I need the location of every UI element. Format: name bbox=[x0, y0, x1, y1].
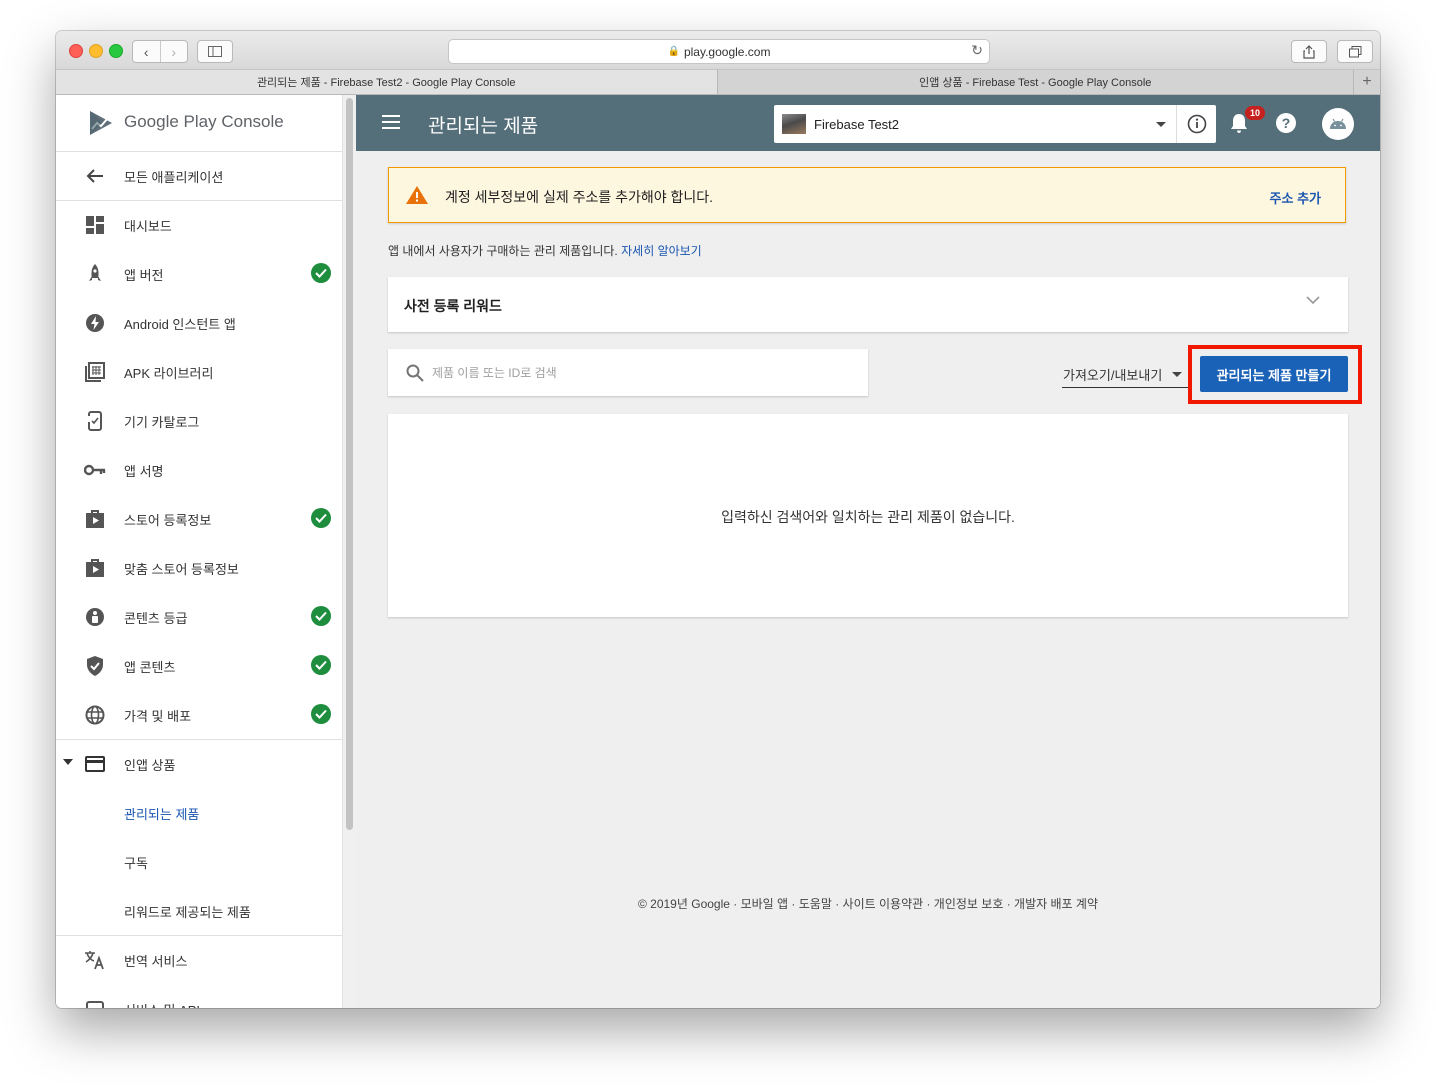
reload-icon[interactable]: ↻ bbox=[971, 42, 983, 59]
api-icon bbox=[84, 998, 106, 1008]
browser-titlebar: ‹ › 🔒 play.google.com ↻ bbox=[56, 31, 1380, 70]
chevron-down-icon bbox=[1306, 296, 1320, 305]
brand-title: Google Play Console bbox=[124, 112, 284, 131]
play-console-logo-icon bbox=[90, 111, 112, 135]
products-list-empty: 입력하신 검색어와 일치하는 관리 제품이 없습니다. bbox=[388, 414, 1348, 617]
search-box bbox=[388, 349, 868, 396]
check-icon bbox=[311, 606, 331, 626]
close-window-button[interactable] bbox=[69, 44, 83, 58]
account-avatar[interactable] bbox=[1322, 108, 1354, 140]
info-button[interactable] bbox=[1176, 105, 1217, 143]
shield-icon bbox=[84, 655, 106, 677]
scrollbar-thumb[interactable] bbox=[346, 98, 353, 830]
empty-state-message: 입력하신 검색어와 일치하는 관리 제품이 없습니다. bbox=[721, 509, 1015, 525]
tabs-icon bbox=[1348, 45, 1361, 57]
rating-icon bbox=[84, 606, 106, 628]
sidebar-item-store-listing[interactable]: 스토어 등록정보 bbox=[56, 494, 342, 543]
share-button[interactable] bbox=[1291, 40, 1327, 63]
translate-icon bbox=[84, 949, 106, 971]
app-name: Firebase Test2 bbox=[814, 117, 900, 132]
store-icon bbox=[84, 508, 106, 530]
rewards-title: 사전 등록 리워드 bbox=[404, 298, 502, 314]
dropdown-arrow-icon bbox=[1156, 122, 1166, 127]
sidebar-item-custom-store-listing[interactable]: 맞춤 스토어 등록정보 bbox=[56, 543, 342, 592]
globe-icon bbox=[84, 704, 106, 726]
bolt-icon bbox=[84, 312, 106, 334]
url-text: play.google.com bbox=[683, 44, 771, 59]
top-app-bar: 관리되는 제품 Firebase Test2 10 ? bbox=[356, 95, 1380, 151]
sidebar-item-apk-library[interactable]: APK 라이브러리 bbox=[56, 347, 342, 396]
card-icon bbox=[84, 753, 106, 775]
dropdown-arrow-icon bbox=[1172, 372, 1182, 377]
check-icon bbox=[311, 704, 331, 724]
sidebar-item-inapp-products[interactable]: 인앱 상품 bbox=[56, 739, 342, 788]
address-warning-banner: 계정 세부정보에 실제 주소를 추가해야 합니다. 주소 추가 bbox=[388, 167, 1346, 223]
add-address-link[interactable]: 주소 추가 bbox=[1270, 188, 1321, 207]
browser-tab-1[interactable]: 관리되는 제품 - Firebase Test2 - Google Play C… bbox=[56, 70, 718, 94]
search-icon bbox=[406, 364, 424, 382]
back-all-apps[interactable]: 모든 애플리케이션 bbox=[56, 151, 342, 200]
warning-icon bbox=[406, 186, 428, 204]
browser-tab-2[interactable]: 인앱 상품 - Firebase Test - Google Play Cons… bbox=[718, 70, 1355, 94]
sidebar-item-pricing-distribution[interactable]: 가격 및 배포 bbox=[56, 690, 342, 739]
sidebar-subitem-rewarded-products[interactable]: 리워드로 제공되는 제품 bbox=[56, 886, 342, 935]
import-export-dropdown[interactable]: 가져오기/내보내기 bbox=[1062, 363, 1188, 388]
app-selector[interactable]: Firebase Test2 bbox=[774, 105, 1216, 143]
sidebar-subitem-managed-products[interactable]: 관리되는 제품 bbox=[56, 788, 342, 837]
address-bar[interactable]: 🔒 play.google.com ↻ bbox=[448, 39, 990, 64]
sidebar-item-app-content[interactable]: 앱 콘텐츠 bbox=[56, 641, 342, 690]
page-description: 앱 내에서 사용자가 구매하는 관리 제품입니다. 자세히 알아보기 bbox=[388, 244, 702, 258]
preregistration-rewards-panel[interactable]: 사전 등록 리워드 bbox=[388, 277, 1348, 332]
share-icon bbox=[1303, 44, 1315, 59]
store-icon bbox=[84, 557, 106, 579]
dashboard-icon bbox=[84, 214, 106, 236]
notification-count-badge: 10 bbox=[1245, 106, 1265, 120]
browser-tabs: 관리되는 제품 - Firebase Test2 - Google Play C… bbox=[56, 70, 1380, 95]
library-icon bbox=[84, 361, 106, 383]
app-thumbnail bbox=[782, 114, 806, 134]
console-sidebar: Google Play Console 모든 애플리케이션 대시보드 앱 버전 bbox=[56, 95, 342, 1008]
warning-text: 계정 세부정보에 실제 주소를 추가해야 합니다. bbox=[445, 189, 714, 205]
sidebar-item-app-signing[interactable]: 앱 서명 bbox=[56, 445, 342, 494]
check-icon bbox=[311, 263, 331, 283]
menu-icon[interactable] bbox=[382, 115, 400, 129]
check-icon bbox=[311, 655, 331, 675]
learn-more-link[interactable]: 자세히 알아보기 bbox=[621, 244, 702, 258]
sidebar-item-content-rating[interactable]: 콘텐츠 등급 bbox=[56, 592, 342, 641]
sidebar-item-dashboard[interactable]: 대시보드 bbox=[56, 200, 342, 249]
rocket-icon bbox=[84, 263, 106, 285]
key-icon bbox=[84, 459, 106, 481]
sidebar-item-device-catalog[interactable]: 기기 카탈로그 bbox=[56, 396, 342, 445]
page-title: 관리되는 제품 bbox=[428, 116, 539, 137]
back-arrow-icon[interactable]: ‹ bbox=[133, 41, 160, 62]
history-nav: ‹ › bbox=[132, 40, 188, 63]
tabs-overview-button[interactable] bbox=[1337, 40, 1373, 63]
brand-header[interactable]: Google Play Console bbox=[56, 95, 342, 152]
sidebar-item-translation[interactable]: 번역 서비스 bbox=[56, 935, 342, 984]
browser-window: ‹ › 🔒 play.google.com ↻ 관리되는 제품 - Fireba… bbox=[56, 31, 1380, 1008]
minimize-window-button[interactable] bbox=[89, 44, 103, 58]
help-icon[interactable]: ? bbox=[1276, 113, 1296, 133]
android-icon bbox=[1330, 118, 1346, 129]
create-managed-product-button[interactable]: 관리되는 제품 만들기 bbox=[1200, 356, 1348, 392]
new-tab-icon[interactable]: + bbox=[1354, 70, 1380, 94]
main-content: 관리되는 제품 Firebase Test2 10 ? 계정 세부정보에 실제 … bbox=[356, 95, 1380, 1008]
sidebar-toggle-button[interactable] bbox=[197, 40, 233, 63]
zoom-window-button[interactable] bbox=[109, 44, 123, 58]
forward-arrow-icon[interactable]: › bbox=[159, 41, 188, 62]
arrow-left-icon bbox=[84, 165, 106, 187]
sidebar-scrollbar[interactable] bbox=[342, 95, 357, 1008]
search-input[interactable] bbox=[430, 361, 854, 385]
sidebar-item-app-releases[interactable]: 앱 버전 bbox=[56, 249, 342, 298]
info-icon bbox=[1187, 114, 1207, 134]
sidebar-subitem-subscriptions[interactable]: 구독 bbox=[56, 837, 342, 886]
check-icon bbox=[311, 508, 331, 528]
expand-caret-icon bbox=[63, 759, 73, 765]
sidebar-item-services-api[interactable]: 서비스 및 API bbox=[56, 984, 342, 1008]
page-footer: © 2019년 Google · 모바일 앱 · 도움말 · 사이트 이용약관 … bbox=[637, 897, 1098, 911]
device-icon bbox=[84, 410, 106, 432]
sidebar-icon bbox=[208, 46, 222, 57]
sidebar-item-instant-apps[interactable]: Android 인스턴트 앱 bbox=[56, 298, 342, 347]
lock-icon: 🔒 bbox=[667, 46, 680, 57]
